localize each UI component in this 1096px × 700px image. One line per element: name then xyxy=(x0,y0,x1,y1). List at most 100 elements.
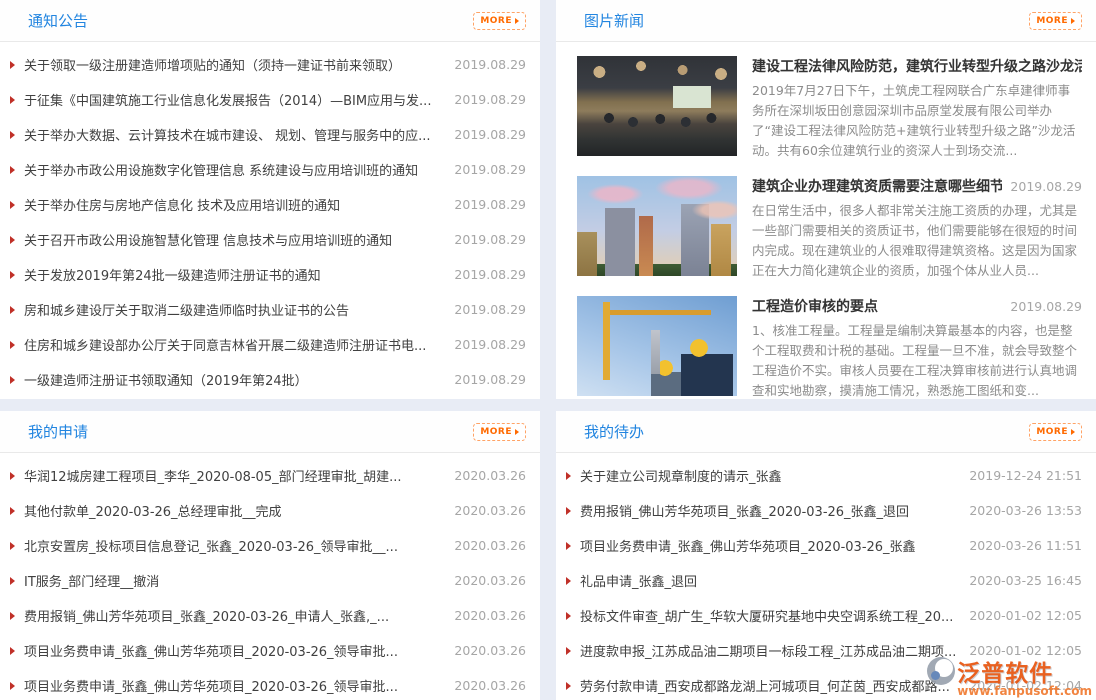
more-label: MORE xyxy=(1036,15,1068,27)
bullet-icon xyxy=(10,271,15,279)
item-text: 劳务付款申请_西安成都路龙湖上河城项目_何芷茵_西安成都路... xyxy=(580,676,959,695)
applications-more-button[interactable]: MORE xyxy=(473,423,526,441)
item-date: 2020-03-26 13:53 xyxy=(969,503,1082,518)
notices-list: 关于领取一级注册建造师增项贴的通知（须持一建证书前来领取）2019.08.29 … xyxy=(0,42,540,397)
more-arrow-icon xyxy=(1071,18,1075,24)
list-item[interactable]: 劳务付款申请_西安成都路龙湖上河城项目_何芷茵_西安成都路... 2020-01-… xyxy=(556,668,1096,700)
more-arrow-icon xyxy=(515,429,519,435)
item-text: 北京安置房_投标项目信息登记_张鑫_2020-03-26_领导审批__... xyxy=(24,536,444,555)
more-label: MORE xyxy=(480,426,512,438)
item-text: 关于举办市政公用设施数字化管理信息 系统建设与应用培训班的通知 xyxy=(24,160,444,179)
list-item[interactable]: 费用报销_佛山芳华苑项目_张鑫_2020-03-26_申请人_张鑫,_...20… xyxy=(0,598,540,633)
list-item[interactable]: 关于发放2019年第24批一级建造师注册证书的通知2019.08.29 xyxy=(0,257,540,292)
list-item[interactable]: 一级建造师注册证书领取通知（2019年第24批） 2019.08.29 xyxy=(0,362,540,397)
item-text: 投标文件审查_胡广生_华软大厦研究基地中央空调系统工程_20... xyxy=(580,606,959,625)
bullet-icon xyxy=(566,682,571,690)
item-date: 2020-03-26 11:51 xyxy=(969,538,1082,553)
news-article-date: 2019.08.29 xyxy=(1010,299,1082,314)
notices-title: 通知公告 xyxy=(28,10,88,31)
news-article-date: 2019.08.29 xyxy=(1010,179,1082,194)
news-title: 图片新闻 xyxy=(584,10,644,31)
list-item[interactable]: 关于举办大数据、云计算技术在城市建设、 规划、管理与服务中的应... 2019.0… xyxy=(0,117,540,152)
news-article-body: 2019年7月27日下午，土筑虎工程网联合广东卓建律师事务所在深圳坂田创意园深圳… xyxy=(752,81,1082,161)
item-text: 房和城乡建设厅关于取消二级建造师临时执业证书的公告 xyxy=(24,300,444,319)
todos-header: 我的待办 MORE xyxy=(556,411,1096,453)
bullet-icon xyxy=(10,682,15,690)
list-item[interactable]: 北京安置房_投标项目信息登记_张鑫_2020-03-26_领导审批__...20… xyxy=(0,528,540,563)
bullet-icon xyxy=(10,542,15,550)
item-date: 2020.03.26 xyxy=(454,573,526,588)
item-text: 关于建立公司规章制度的请示_张鑫 xyxy=(580,466,959,485)
item-text: 关于举办住房与房地产信息化 技术及应用培训班的通知 xyxy=(24,195,444,214)
list-item[interactable]: 投标文件审查_胡广生_华软大厦研究基地中央空调系统工程_20... 2020-01… xyxy=(556,598,1096,633)
bullet-icon xyxy=(566,472,571,480)
item-date: 2020.03.26 xyxy=(454,608,526,623)
item-text: 关于召开市政公用设施智慧化管理 信息技术与应用培训班的通知 xyxy=(24,230,444,249)
more-label: MORE xyxy=(480,15,512,27)
picture-news-panel: 图片新闻 MORE 建设工程法律风险防范，建筑行业转型升级之路沙龙活动 2019… xyxy=(556,0,1096,399)
list-item[interactable]: 房和城乡建设厅关于取消二级建造师临时执业证书的公告 2019.08.29 xyxy=(0,292,540,327)
news-article: 工程造价审核的要点 2019.08.29 1、核准工程量。工程量是编制决算最基本… xyxy=(577,296,1082,399)
list-item[interactable]: 项目业务费申请_张鑫_佛山芳华苑项目_2020-03-26_领导审批...202… xyxy=(0,633,540,668)
bullet-icon xyxy=(566,507,571,515)
notices-panel: 通知公告 MORE 关于领取一级注册建造师增项贴的通知（须持一建证书前来领取）2… xyxy=(0,0,540,399)
list-item[interactable]: IT服务_部门经理__撤消2020.03.26 xyxy=(0,563,540,598)
bullet-icon xyxy=(566,577,571,585)
bullet-icon xyxy=(10,577,15,585)
item-text: 于征集《中国建筑施工行业信息化发展报告（2014）—BIM应用与发... xyxy=(24,90,444,109)
item-date: 2020-01-02 12:05 xyxy=(969,643,1082,658)
list-item[interactable]: 费用报销_佛山芳华苑项目_张鑫_2020-03-26_张鑫_退回2020-03-… xyxy=(556,493,1096,528)
bullet-icon xyxy=(10,96,15,104)
todos-more-button[interactable]: MORE xyxy=(1029,423,1082,441)
item-text: 项目业务费申请_张鑫_佛山芳华苑项目_2020-03-26_张鑫 xyxy=(580,536,959,555)
item-date: 2019.08.29 xyxy=(454,267,526,282)
item-date: 2019.08.29 xyxy=(454,57,526,72)
notices-more-button[interactable]: MORE xyxy=(473,12,526,30)
item-date: 2019.08.29 xyxy=(454,372,526,387)
news-more-button[interactable]: MORE xyxy=(1029,12,1082,30)
item-date: 2020-01-02 12:05 xyxy=(969,608,1082,623)
item-date: 2020-01-02 12:04 xyxy=(969,678,1082,693)
list-item[interactable]: 华润12城房建工程项目_李华_2020-08-05_部门经理审批_胡建...20… xyxy=(0,458,540,493)
construction-site-photo[interactable] xyxy=(577,296,737,396)
list-item[interactable]: 关于举办市政公用设施数字化管理信息 系统建设与应用培训班的通知 2019.08.2… xyxy=(0,152,540,187)
item-text: 关于举办大数据、云计算技术在城市建设、 规划、管理与服务中的应... xyxy=(24,125,444,144)
list-item[interactable]: 项目业务费申请_张鑫_佛山芳华苑项目_2020-03-26_领导审批...202… xyxy=(0,668,540,700)
item-text: 华润12城房建工程项目_李华_2020-08-05_部门经理审批_胡建... xyxy=(24,466,444,485)
list-item[interactable]: 其他付款单_2020-03-26_总经理审批__完成2020.03.26 xyxy=(0,493,540,528)
list-item[interactable]: 进度款申报_江苏成品油二期项目一标段工程_江苏成品油二期项...2020-01-… xyxy=(556,633,1096,668)
list-item[interactable]: 关于建立公司规章制度的请示_张鑫2019-12-24 21:51 xyxy=(556,458,1096,493)
bullet-icon xyxy=(10,61,15,69)
list-item[interactable]: 关于召开市政公用设施智慧化管理 信息技术与应用培训班的通知 2019.08.29 xyxy=(0,222,540,257)
item-text: 住房和城乡建设部办公厅关于同意吉林省开展二级建造师注册证书电... xyxy=(24,335,444,354)
seminar-photo[interactable] xyxy=(577,56,737,156)
item-text: 一级建造师注册证书领取通知（2019年第24批） xyxy=(24,370,444,389)
item-date: 2019.08.29 xyxy=(454,127,526,142)
news-list: 建设工程法律风险防范，建筑行业转型升级之路沙龙活动 2019年7月27日下午，土… xyxy=(556,42,1096,399)
item-date: 2019.08.29 xyxy=(454,232,526,247)
news-content: 工程造价审核的要点 2019.08.29 1、核准工程量。工程量是编制决算最基本… xyxy=(752,296,1082,399)
list-item[interactable]: 关于领取一级注册建造师增项贴的通知（须持一建证书前来领取）2019.08.29 xyxy=(0,47,540,82)
news-content: 建设工程法律风险防范，建筑行业转型升级之路沙龙活动 2019年7月27日下午，土… xyxy=(752,56,1082,161)
bullet-icon xyxy=(10,376,15,384)
item-date: 2019.08.29 xyxy=(454,302,526,317)
list-item[interactable]: 关于举办住房与房地产信息化 技术及应用培训班的通知2019.08.29 xyxy=(0,187,540,222)
item-date: 2019.08.29 xyxy=(454,162,526,177)
list-item[interactable]: 于征集《中国建筑施工行业信息化发展报告（2014）—BIM应用与发...2019… xyxy=(0,82,540,117)
more-arrow-icon xyxy=(515,18,519,24)
applications-header: 我的申请 MORE xyxy=(0,411,540,453)
news-article-title[interactable]: 工程造价审核的要点 xyxy=(752,296,878,316)
bullet-icon xyxy=(10,647,15,655)
news-article-title[interactable]: 建设工程法律风险防范，建筑行业转型升级之路沙龙活动 xyxy=(752,56,1082,76)
bullet-icon xyxy=(10,166,15,174)
news-article-title[interactable]: 建筑企业办理建筑资质需要注意哪些细节 xyxy=(752,176,1002,196)
list-item[interactable]: 住房和城乡建设部办公厅关于同意吉林省开展二级建造师注册证书电...2019.08… xyxy=(0,327,540,362)
item-text: 礼品申请_张鑫_退回 xyxy=(580,571,959,590)
list-item[interactable]: 项目业务费申请_张鑫_佛山芳华苑项目_2020-03-26_张鑫 2020-03-… xyxy=(556,528,1096,563)
list-item[interactable]: 礼品申请_张鑫_退回2020-03-25 16:45 xyxy=(556,563,1096,598)
news-article: 建设工程法律风险防范，建筑行业转型升级之路沙龙活动 2019年7月27日下午，土… xyxy=(577,56,1082,161)
item-date: 2020.03.26 xyxy=(454,678,526,693)
city-skyline-photo[interactable] xyxy=(577,176,737,276)
my-todos-panel: 我的待办 MORE 关于建立公司规章制度的请示_张鑫2019-12-24 21:… xyxy=(556,411,1096,700)
news-header: 图片新闻 MORE xyxy=(556,0,1096,42)
